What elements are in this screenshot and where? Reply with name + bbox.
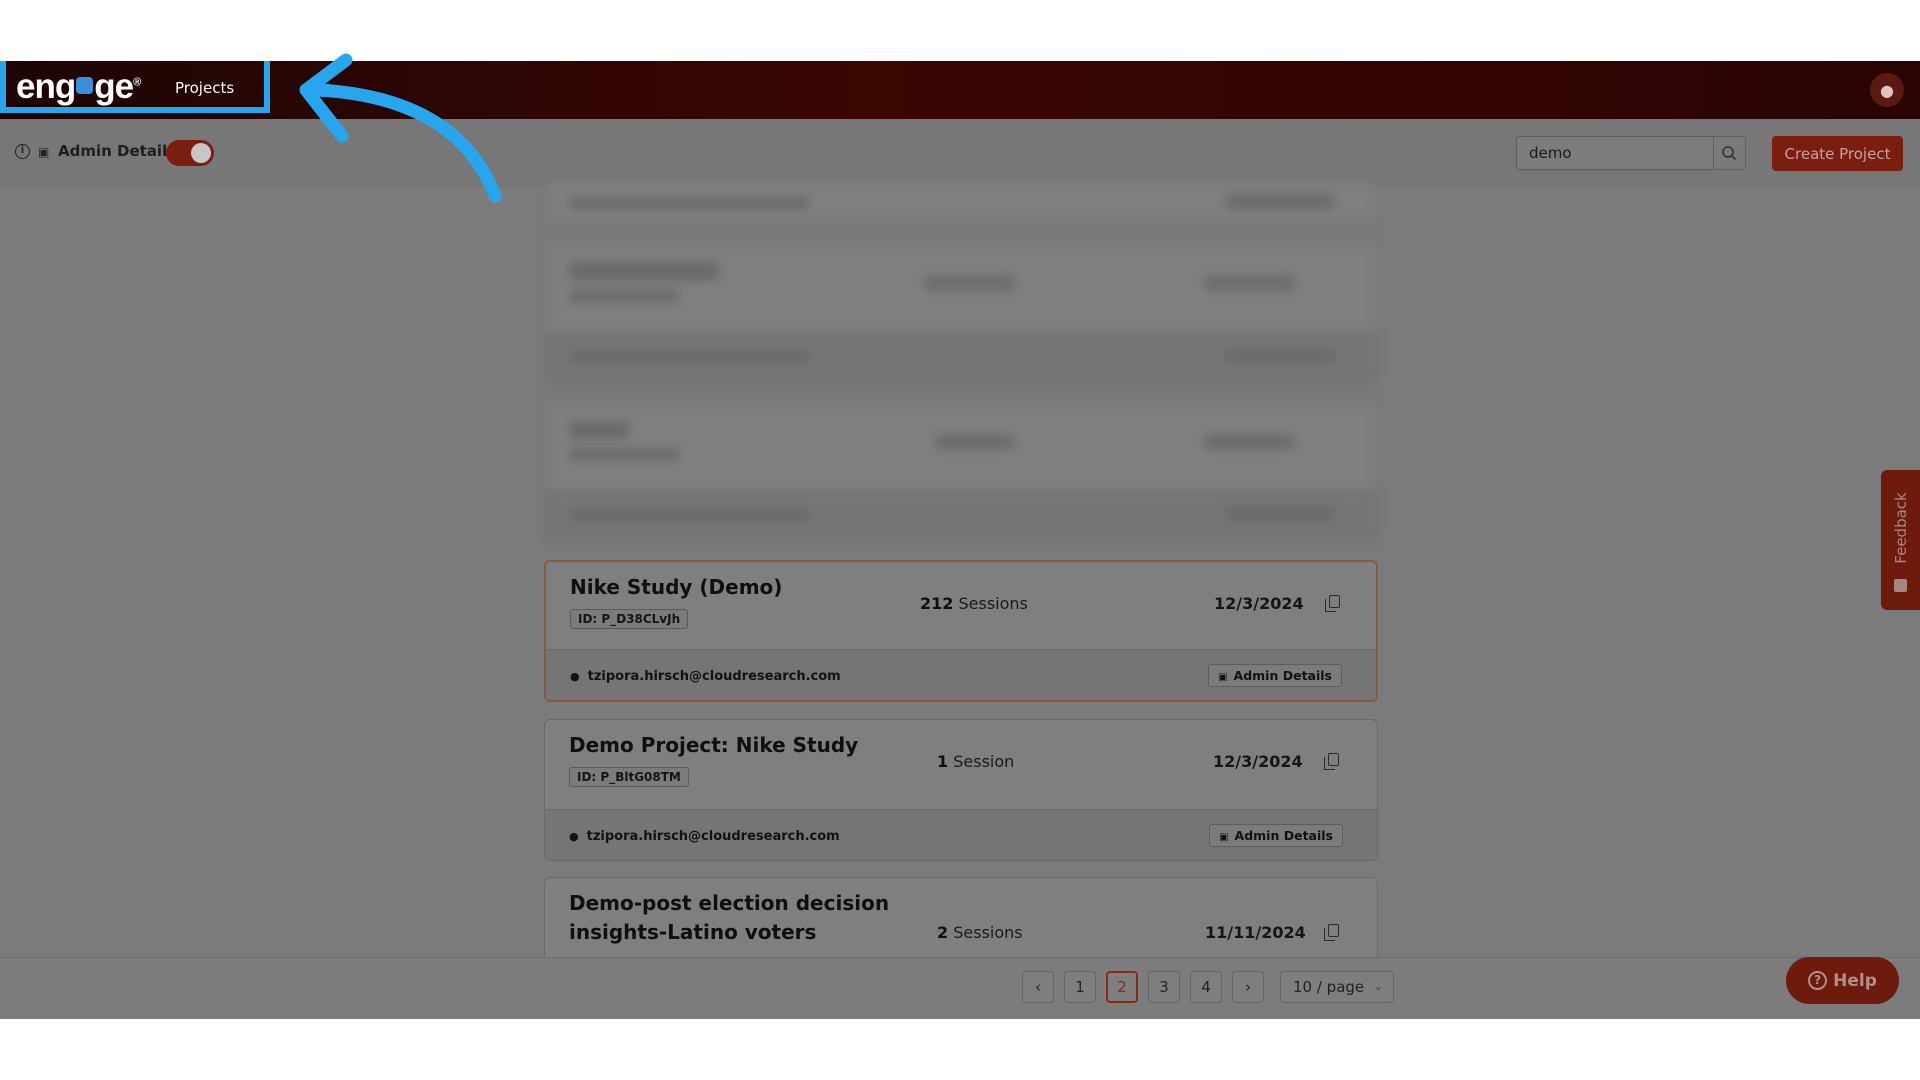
admin-details-button[interactable]: ▣ Admin Details [1209,824,1343,847]
project-date: 11/11/2024 [1205,923,1306,942]
create-project-button[interactable]: Create Project [1772,136,1903,171]
project-card-footer: ● tzipora.hirsch@cloudresearch.com ▣ Admin… [545,809,1377,860]
search-input[interactable] [1516,136,1714,170]
project-id-badge: ID: P_D38CLvJh [570,609,689,629]
briefcase-icon: ▣ [1219,832,1229,843]
user-icon: ● [570,670,580,683]
feedback-label: Feedback [1891,492,1910,564]
search-icon [1722,146,1737,161]
highlight-box [0,61,270,113]
admin-details-label: Admin Details [58,142,177,160]
user-icon: ● [569,830,579,843]
admin-details-button[interactable]: ▣ Admin Details [1208,664,1342,687]
copy-icon[interactable] [1325,595,1340,612]
project-date: 12/3/2024 [1213,752,1303,771]
page-size-select[interactable]: 10 / page ⌄ [1280,971,1394,1003]
user-avatar[interactable]: ● [1870,73,1904,107]
project-card[interactable]: Demo Project: Nike Study ID: P_BltG08TM … [544,719,1378,861]
pagination-bar: ‹ 1 2 3 4 › 10 / page ⌄ [0,957,1920,1019]
page-button-1[interactable]: 1 [1064,971,1096,1003]
project-id-badge: ID: P_BltG08TM [569,767,689,787]
blurred-project-card[interactable] [544,180,1378,224]
question-icon: ? [1808,971,1828,990]
project-sessions: 212 Sessions [920,594,1028,613]
briefcase-icon: ▣ [1218,672,1228,683]
app-viewport: engge® Projects ● i ▣ Admin Details Crea… [0,61,1920,1019]
admin-details-toggle[interactable] [166,140,214,166]
project-sessions: 1 Session [937,752,1015,771]
feedback-icon [1894,579,1907,592]
chevron-down-icon: ⌄ [1373,980,1383,993]
project-owner: ● tzipora.hirsch@cloudresearch.com [569,829,840,844]
project-sessions: 2 Sessions [937,923,1023,942]
copy-icon[interactable] [1324,924,1339,941]
top-header: eng ge® Projects ● [0,61,1920,119]
project-owner: ● tzipora.hirsch@cloudresearch.com [570,669,841,684]
next-page-button[interactable]: › [1232,971,1264,1003]
project-title[interactable]: Demo-post election decision insights-Lati… [569,889,889,947]
user-icon: ● [1880,80,1894,100]
page-button-3[interactable]: 3 [1148,971,1180,1003]
project-title[interactable]: Nike Study (Demo) [570,573,782,602]
project-card[interactable]: Nike Study (Demo) ID: P_D38CLvJh 212 Ses… [544,560,1378,702]
blurred-project-card[interactable] [544,241,1378,384]
toolbar: i ▣ Admin Details Create Project [0,119,1920,187]
project-date: 12/3/2024 [1214,594,1304,613]
info-icon[interactable]: i [15,144,30,159]
help-label: Help [1833,970,1877,991]
search-button[interactable] [1713,136,1746,170]
project-card-footer: ● tzipora.hirsch@cloudresearch.com ▣ Admin… [546,649,1376,700]
page-button-2[interactable]: 2 [1106,971,1138,1003]
copy-icon[interactable] [1324,753,1339,770]
prev-page-button[interactable]: ‹ [1022,971,1054,1003]
briefcase-icon: ▣ [38,145,50,159]
page-size-value: 10 / page [1293,978,1365,996]
help-button[interactable]: ? Help [1786,957,1899,1004]
project-title[interactable]: Demo Project: Nike Study [569,731,858,760]
toggle-knob [191,143,211,163]
blurred-project-card[interactable] [544,400,1378,542]
page-button-4[interactable]: 4 [1190,971,1222,1003]
feedback-tab[interactable]: Feedback [1881,470,1920,610]
